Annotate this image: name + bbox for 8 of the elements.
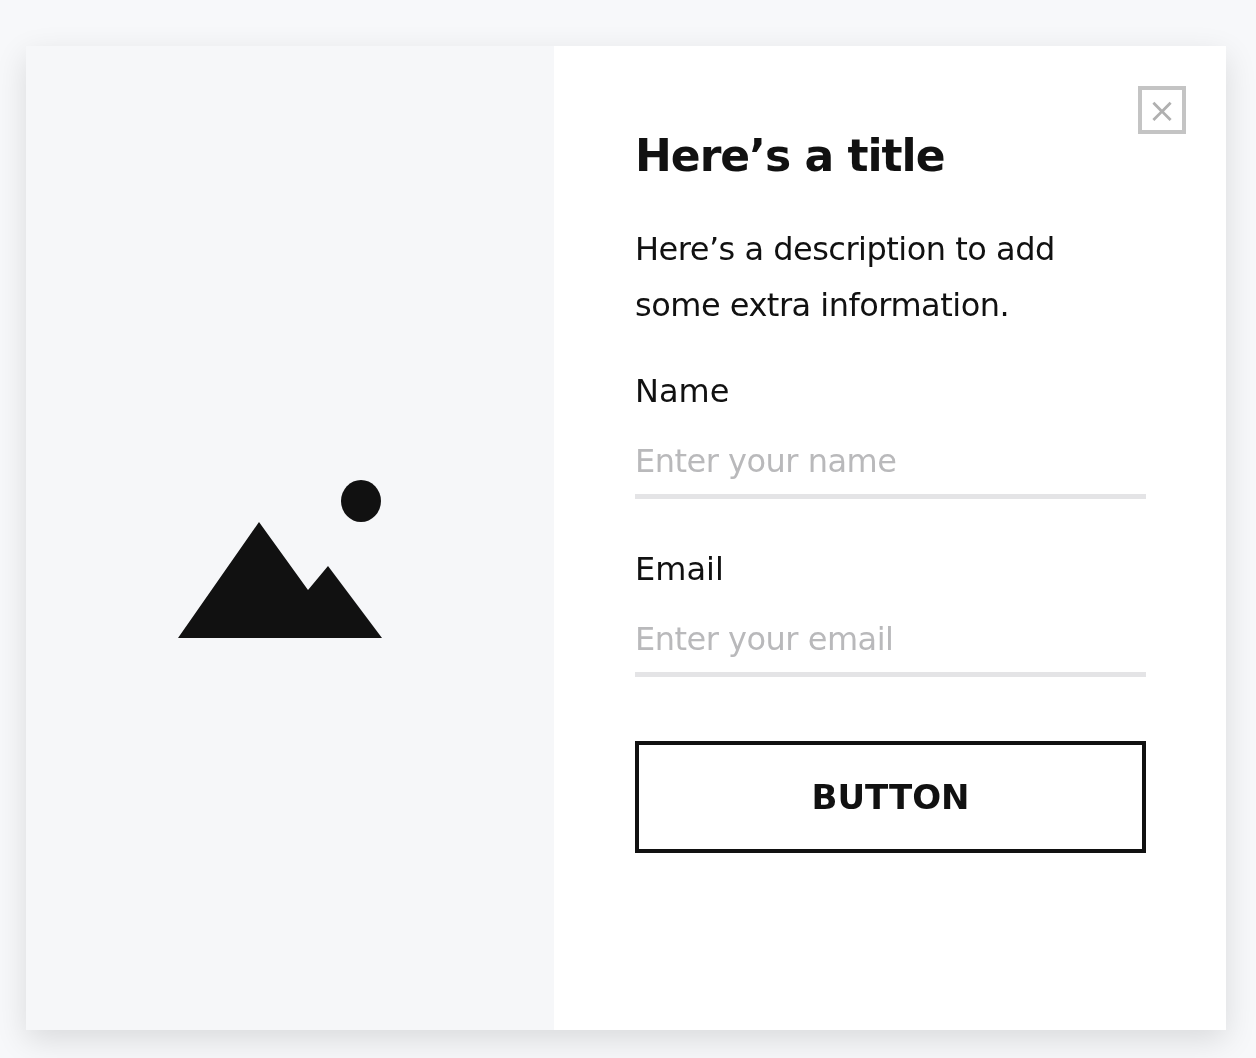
field-label: Name (635, 371, 731, 412)
text-field[interactable]: Enter your name (635, 427, 1146, 499)
image-icon (178, 478, 382, 638)
submit-button[interactable]: BUTTON (635, 741, 1146, 853)
text-field[interactable]: Enter your email (635, 605, 1146, 677)
field-label: Email (635, 549, 725, 590)
modal-title: Here’s a title (635, 129, 946, 183)
description: Here’s a description to add some extra information. (635, 229, 1056, 326)
